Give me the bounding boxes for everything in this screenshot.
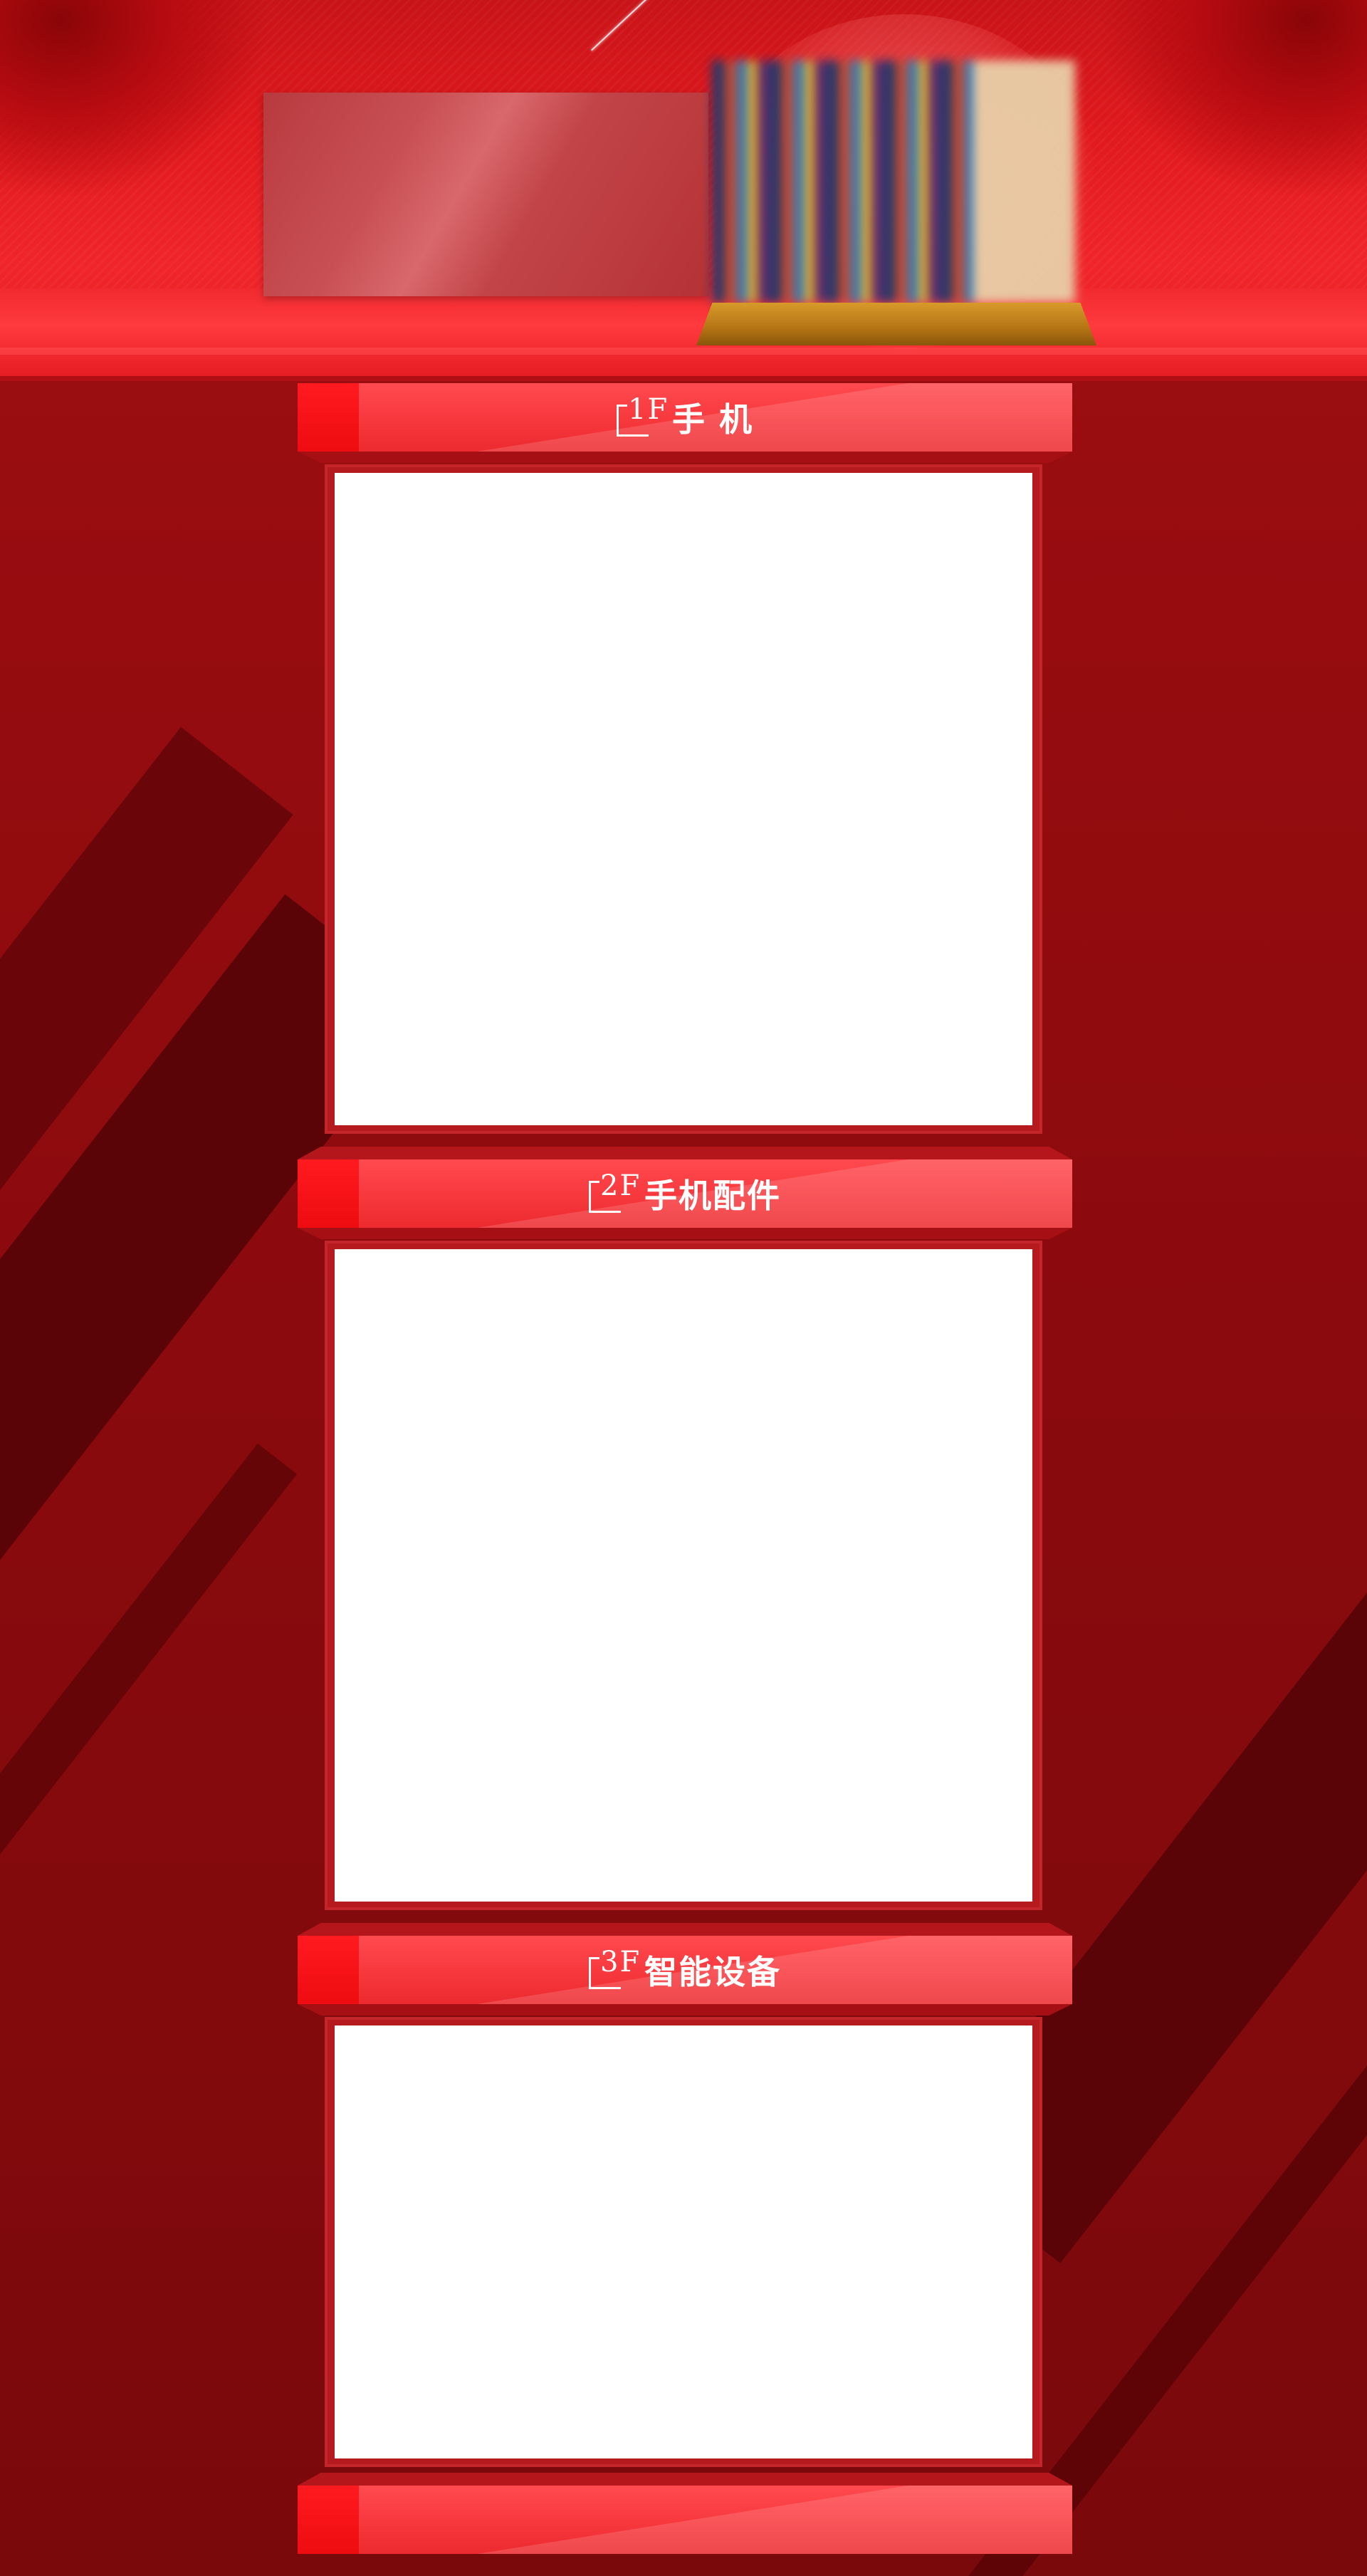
floor-number: 3F	[600, 1946, 641, 1978]
floor-title: 3F 智能设备	[298, 1936, 1072, 2004]
product-image[interactable]	[712, 61, 1075, 303]
header-banner	[0, 0, 1367, 381]
bar-bevel	[298, 2473, 1072, 2486]
floor-bar-2[interactable]: 2F 手机配件	[298, 1147, 1072, 1239]
diagonal-stripe	[0, 1443, 298, 2260]
floor-panel-1	[325, 464, 1042, 1134]
curtain-left	[0, 0, 271, 199]
stage-edge	[0, 348, 1367, 355]
floor-title	[298, 2486, 1072, 2554]
curtain-right	[1096, 0, 1367, 199]
floor-number: 2F	[600, 1169, 641, 1202]
floor-bar-3[interactable]: 3F 智能设备	[298, 1923, 1072, 2016]
floor-panel-3	[325, 2017, 1042, 2467]
floor-number-badge: 3F	[589, 1946, 639, 1991]
storefront-page: 1F 手 机 2F 手机配件 3F 智能设备	[0, 0, 1367, 2576]
floor-title-label: 智能设备	[644, 1953, 781, 1991]
light-streak	[591, 0, 665, 51]
floor-number: 1F	[627, 393, 669, 426]
stage-edge-shadow	[0, 376, 1367, 381]
bar-bevel	[298, 1147, 1072, 1159]
product-stand	[696, 303, 1096, 345]
banner-text-panel[interactable]	[263, 93, 708, 296]
floor-title-label: 手 机	[671, 400, 753, 439]
floor-content-area[interactable]	[335, 1249, 1032, 1902]
bar-bevel	[298, 1923, 1072, 1936]
floor-title-label: 手机配件	[644, 1177, 781, 1215]
floor-content-area[interactable]	[335, 473, 1032, 1125]
floor-content-area[interactable]	[335, 2025, 1032, 2458]
floor-number-badge: 1F	[616, 393, 667, 439]
stage-floor	[0, 288, 1367, 381]
floor-title: 2F 手机配件	[298, 1159, 1072, 1228]
floor-number-badge: 2F	[589, 1169, 639, 1215]
floor-bar-1[interactable]: 1F 手 机	[298, 383, 1072, 463]
bar-bevel	[298, 452, 1072, 463]
floor-title: 1F 手 机	[298, 383, 1072, 452]
floor-bar-footer	[298, 2473, 1072, 2554]
floor-panel-2	[325, 1241, 1042, 1910]
bar-bevel	[298, 1228, 1072, 1239]
bar-bevel	[298, 2004, 1072, 2016]
